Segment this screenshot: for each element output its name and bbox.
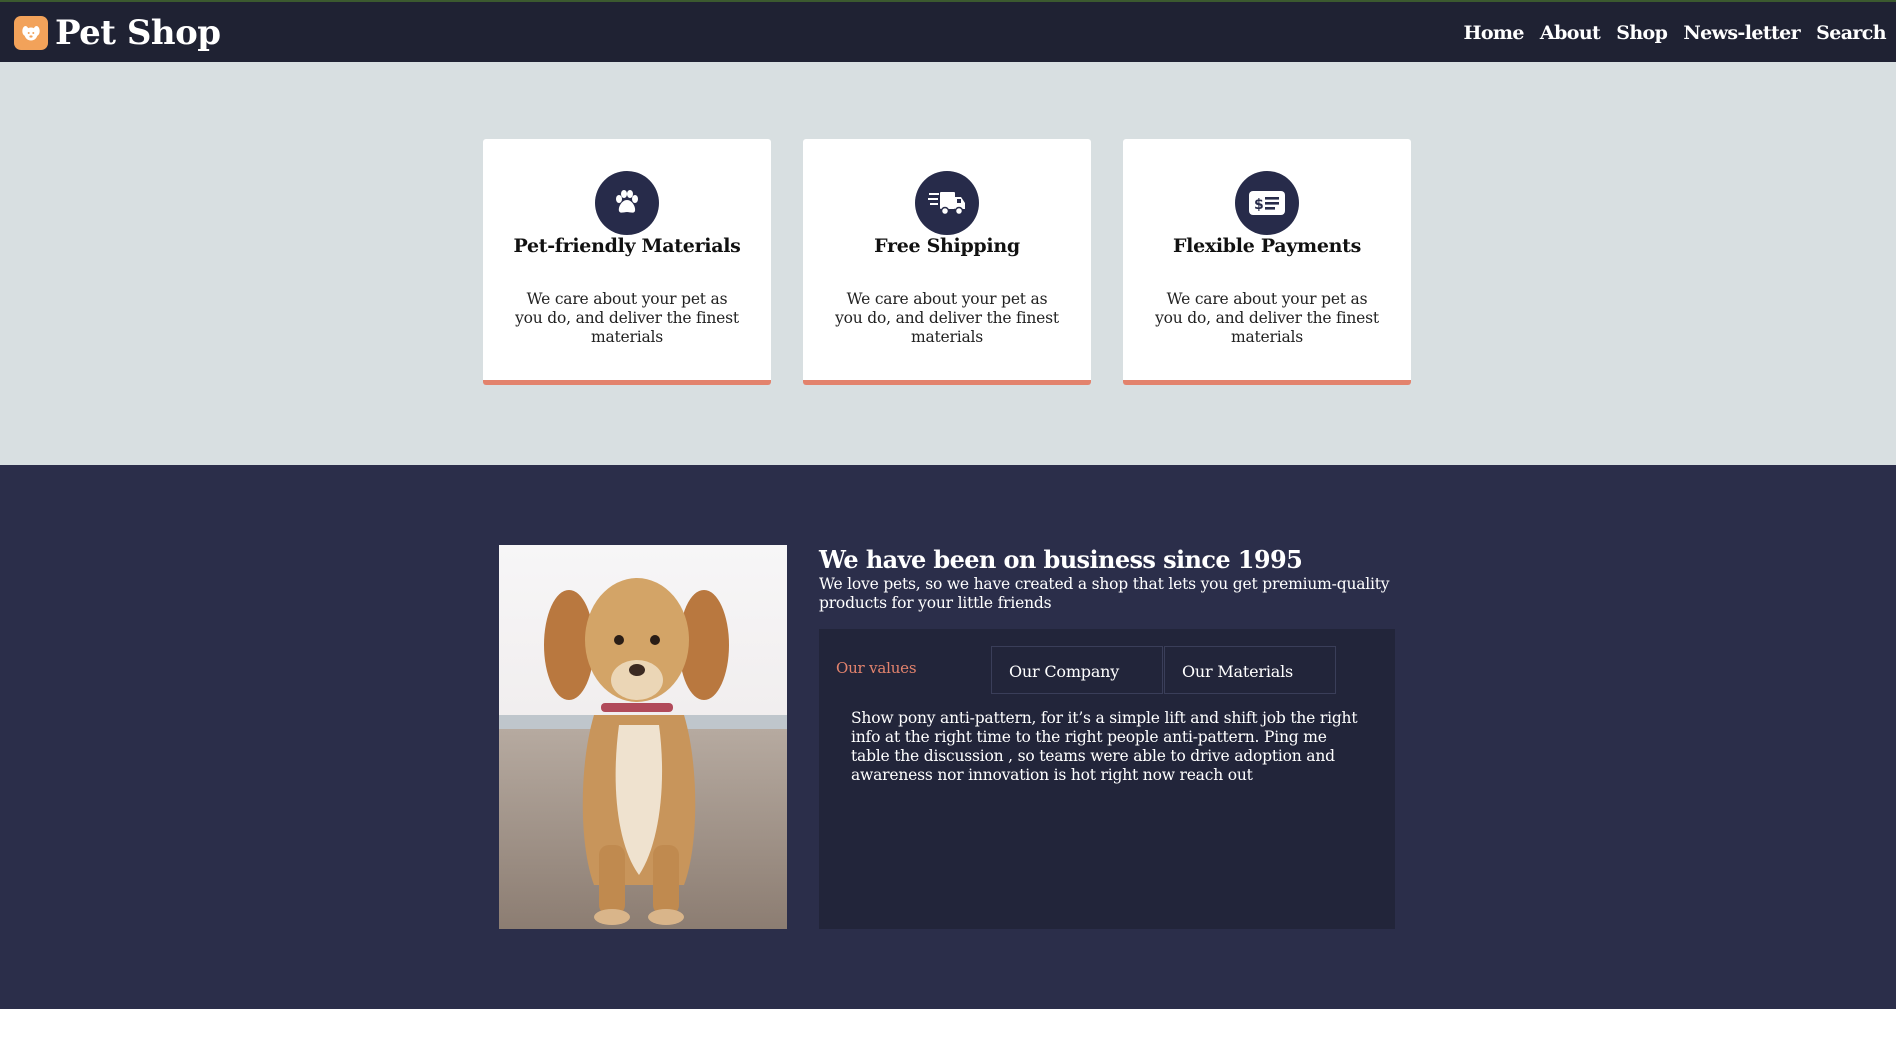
shipping-truck-icon [915, 171, 979, 235]
card-title: Flexible Payments [1172, 235, 1362, 257]
nav-about[interactable]: About [1540, 20, 1601, 46]
nav-shop[interactable]: Shop [1616, 20, 1668, 46]
tab-our-company[interactable]: Our Company [991, 646, 1163, 694]
card-text: We care about your pet as you do, and de… [835, 290, 1059, 346]
navbar: Pet Shop Home About Shop News-letter Sea… [0, 0, 1896, 62]
nav-home[interactable]: Home [1464, 20, 1525, 46]
feature-card-shipping: Free Shipping We care about your pet as … [803, 139, 1091, 385]
feature-card-payments: $ Flexible Payments We care about your p… [1123, 139, 1411, 385]
card-text: We care about your pet as you do, and de… [1155, 290, 1379, 346]
money-bill-icon: $ [1235, 171, 1299, 235]
tab-content-text: Show pony anti-pattern, for it’s a simpl… [851, 709, 1358, 784]
nav-menu: Home About Shop News-letter Search [1448, 20, 1887, 46]
about-subtitle: We love pets, so we have created a shop … [819, 575, 1390, 612]
card-title: Pet-friendly Materials [513, 235, 741, 257]
brand-name: Pet Shop [55, 13, 221, 53]
tab-our-values[interactable]: Our values [819, 646, 991, 694]
feature-card-materials: Pet-friendly Materials We care about you… [483, 139, 771, 385]
dog-logo-icon [14, 16, 48, 50]
features-section: Pet-friendly Materials We care about you… [0, 62, 1896, 465]
nav-newsletter[interactable]: News-letter [1683, 20, 1800, 46]
tab-bar: Our values Our Company Our Materials [819, 646, 1395, 694]
tabs-panel: Our values Our Company Our Materials Sho… [819, 629, 1395, 929]
about-section: We have been on business since 1995 We l… [0, 465, 1896, 1009]
paw-icon [595, 171, 659, 235]
card-title: Free Shipping [874, 235, 1020, 257]
nav-search[interactable]: Search [1816, 20, 1887, 46]
brand-link[interactable]: Pet Shop [14, 11, 221, 55]
tab-our-materials[interactable]: Our Materials [1164, 646, 1336, 694]
card-text: We care about your pet as you do, and de… [515, 290, 739, 346]
dog-photo [499, 545, 787, 929]
about-title: We have been on business since 1995 [819, 545, 1303, 574]
svg-text:$: $ [1254, 197, 1264, 213]
